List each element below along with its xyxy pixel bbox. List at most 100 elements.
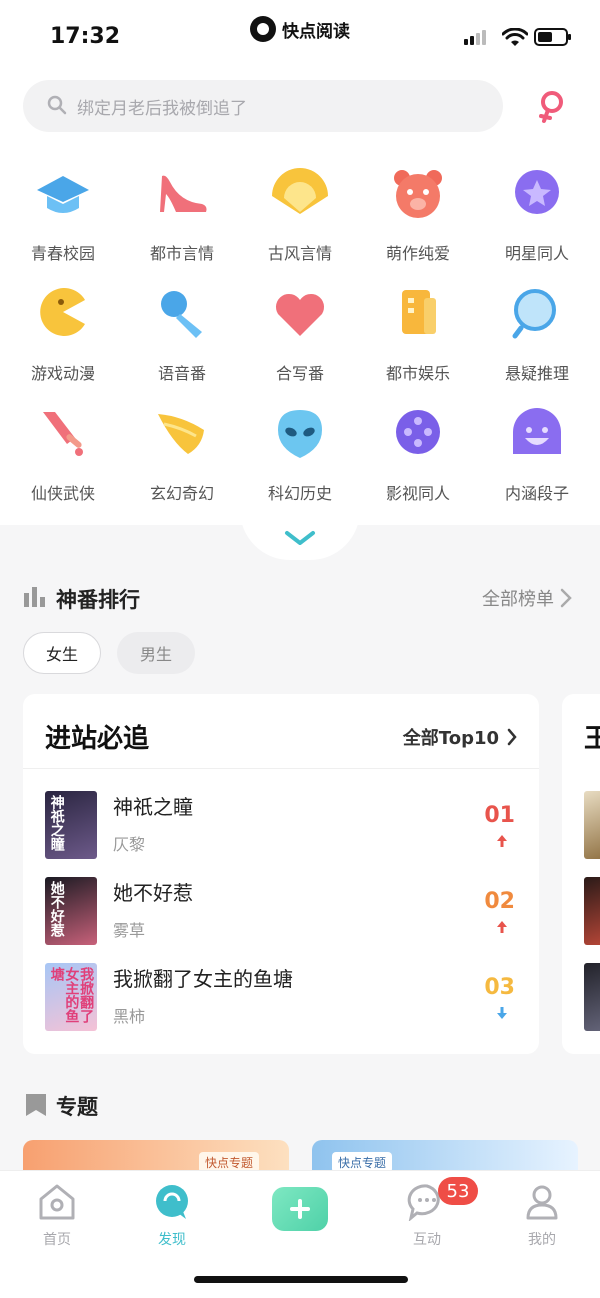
category-label: 玄幻奇幻 — [149, 484, 214, 503]
film-reel-icon — [396, 410, 440, 454]
category-gufeng[interactable]: 古风言情 — [245, 168, 355, 264]
category-label: 青春校园 — [30, 244, 95, 263]
plus-icon — [290, 1199, 310, 1219]
rank-number: 01 — [484, 803, 515, 828]
bar-chart-icon — [24, 587, 45, 607]
category-label: 明星同人 — [504, 244, 569, 263]
search-icon — [47, 95, 67, 115]
divider — [23, 768, 539, 769]
bear-icon — [394, 170, 442, 218]
female-gender-icon[interactable] — [532, 88, 568, 124]
pacman-icon — [40, 288, 85, 336]
app-name: 快点阅读 — [282, 21, 350, 42]
tab-profile[interactable]: 我的 — [497, 1183, 587, 1249]
book-author: 雾草 — [113, 921, 146, 940]
book-row[interactable]: 我掀翻了女主的鱼塘 我掀翻了女主的鱼塘 黑柿 03 — [45, 963, 515, 1033]
magnifier-icon — [512, 289, 556, 339]
app-badge: 快点阅读 — [250, 16, 350, 42]
chevron-down-icon — [285, 531, 315, 545]
all-rankings-link[interactable]: 全部榜单 — [482, 585, 572, 611]
top10-label: 全部Top10 — [402, 728, 499, 749]
wing-icon — [158, 414, 204, 454]
category-label: 仙侠武侠 — [30, 484, 95, 503]
tab-create-button[interactable] — [272, 1187, 328, 1231]
top10-link[interactable]: 全部Top10 — [403, 724, 517, 750]
filter-male[interactable]: 男生 — [117, 632, 195, 674]
category-yingshi[interactable]: 影视同人 — [363, 408, 473, 504]
status-time: 17:32 — [50, 24, 121, 49]
next-card-title: 王 — [584, 724, 600, 754]
building-icon — [402, 290, 436, 334]
sword-icon — [43, 412, 83, 456]
expand-categories-button[interactable] — [240, 510, 360, 560]
smiling-face-icon — [513, 408, 561, 454]
book-row[interactable]: 她不好惹 她不好惹 雾草 02 — [45, 877, 515, 947]
notification-badge: 53 — [438, 1177, 478, 1205]
rank-number: 03 — [484, 975, 515, 1000]
category-dushi-yanqing[interactable]: 都市言情 — [127, 168, 237, 264]
category-qingchun[interactable]: 青春校园 — [8, 168, 118, 264]
microphone-icon — [161, 291, 202, 338]
category-xianxia[interactable]: 仙侠武侠 — [8, 408, 118, 504]
alien-icon — [278, 410, 322, 458]
tab-discover[interactable]: 发现 — [127, 1183, 217, 1249]
category-label: 萌作纯爱 — [385, 244, 450, 263]
graduation-cap-icon — [37, 176, 89, 213]
category-label: 语音番 — [157, 364, 206, 383]
rank-number: 02 — [484, 889, 515, 914]
trend-up-icon — [497, 835, 507, 847]
category-xuanhuan[interactable]: 玄幻奇幻 — [127, 408, 237, 504]
category-yuyin[interactable]: 语音番 — [127, 288, 237, 384]
app-logo-icon — [250, 16, 276, 42]
search-input[interactable]: 绑定月老后我被倒追了 — [23, 80, 503, 132]
category-xuanyi[interactable]: 悬疑推理 — [482, 288, 592, 384]
search-placeholder: 绑定月老后我被倒追了 — [77, 99, 247, 119]
category-label: 古风言情 — [267, 244, 332, 263]
book-cover — [584, 963, 600, 1031]
star-icon — [515, 170, 559, 214]
home-indicator — [194, 1276, 408, 1283]
topics-title: 专题 — [56, 1095, 98, 1119]
category-label: 科幻历史 — [267, 484, 332, 503]
chevron-right-icon — [560, 588, 572, 608]
category-mengzuo[interactable]: 萌作纯爱 — [363, 168, 473, 264]
book-author: 黑柿 — [113, 1007, 146, 1026]
category-label: 都市娱乐 — [385, 364, 450, 383]
ranking-card-title: 进站必追 — [45, 724, 150, 754]
battery-icon — [534, 28, 571, 46]
book-cover — [584, 877, 600, 945]
category-label: 游戏动漫 — [30, 364, 95, 383]
book-cover: 她不好惹 — [45, 877, 97, 945]
book-cover — [584, 791, 600, 859]
tab-home[interactable]: 首页 — [12, 1183, 102, 1249]
bookmark-icon — [26, 1094, 46, 1116]
profile-icon — [526, 1185, 558, 1220]
heart-icon — [275, 293, 325, 336]
trend-down-icon — [497, 1007, 507, 1019]
category-hexie[interactable]: 合写番 — [245, 288, 355, 384]
ranking-card: 进站必追 全部Top10 神祇之瞳 神祇之瞳 仄黎 01 她不好惹 她不好惹 雾… — [23, 694, 539, 1054]
wifi-icon — [502, 28, 528, 46]
category-youxi[interactable]: 游戏动漫 — [8, 288, 118, 384]
category-kehuan[interactable]: 科幻历史 — [245, 408, 355, 504]
category-mingxing[interactable]: 明星同人 — [482, 168, 592, 264]
ranking-title: 神番排行 — [56, 588, 140, 612]
all-rankings-label: 全部榜单 — [482, 589, 554, 610]
book-title: 她不好惹 — [113, 881, 193, 905]
next-ranking-card[interactable]: 王 — [562, 694, 600, 1054]
trend-up-icon — [497, 921, 507, 933]
book-cover: 我掀翻了女主的鱼塘 — [45, 963, 97, 1031]
category-label: 悬疑推理 — [504, 364, 569, 383]
book-row[interactable]: 神祇之瞳 神祇之瞳 仄黎 01 — [45, 791, 515, 861]
high-heel-icon — [160, 175, 207, 212]
category-label: 合写番 — [275, 364, 324, 383]
status-bar: 17:32 快点阅读 — [0, 0, 600, 70]
book-title: 我掀翻了女主的鱼塘 — [113, 967, 293, 991]
book-cover: 神祇之瞳 — [45, 791, 97, 859]
category-dushi-yule[interactable]: 都市娱乐 — [363, 288, 473, 384]
filter-female[interactable]: 女生 — [23, 632, 101, 674]
category-label: 都市言情 — [149, 244, 214, 263]
category-label: 影视同人 — [385, 484, 450, 503]
category-neihan[interactable]: 内涵段子 — [482, 408, 592, 504]
home-icon — [39, 1184, 75, 1220]
